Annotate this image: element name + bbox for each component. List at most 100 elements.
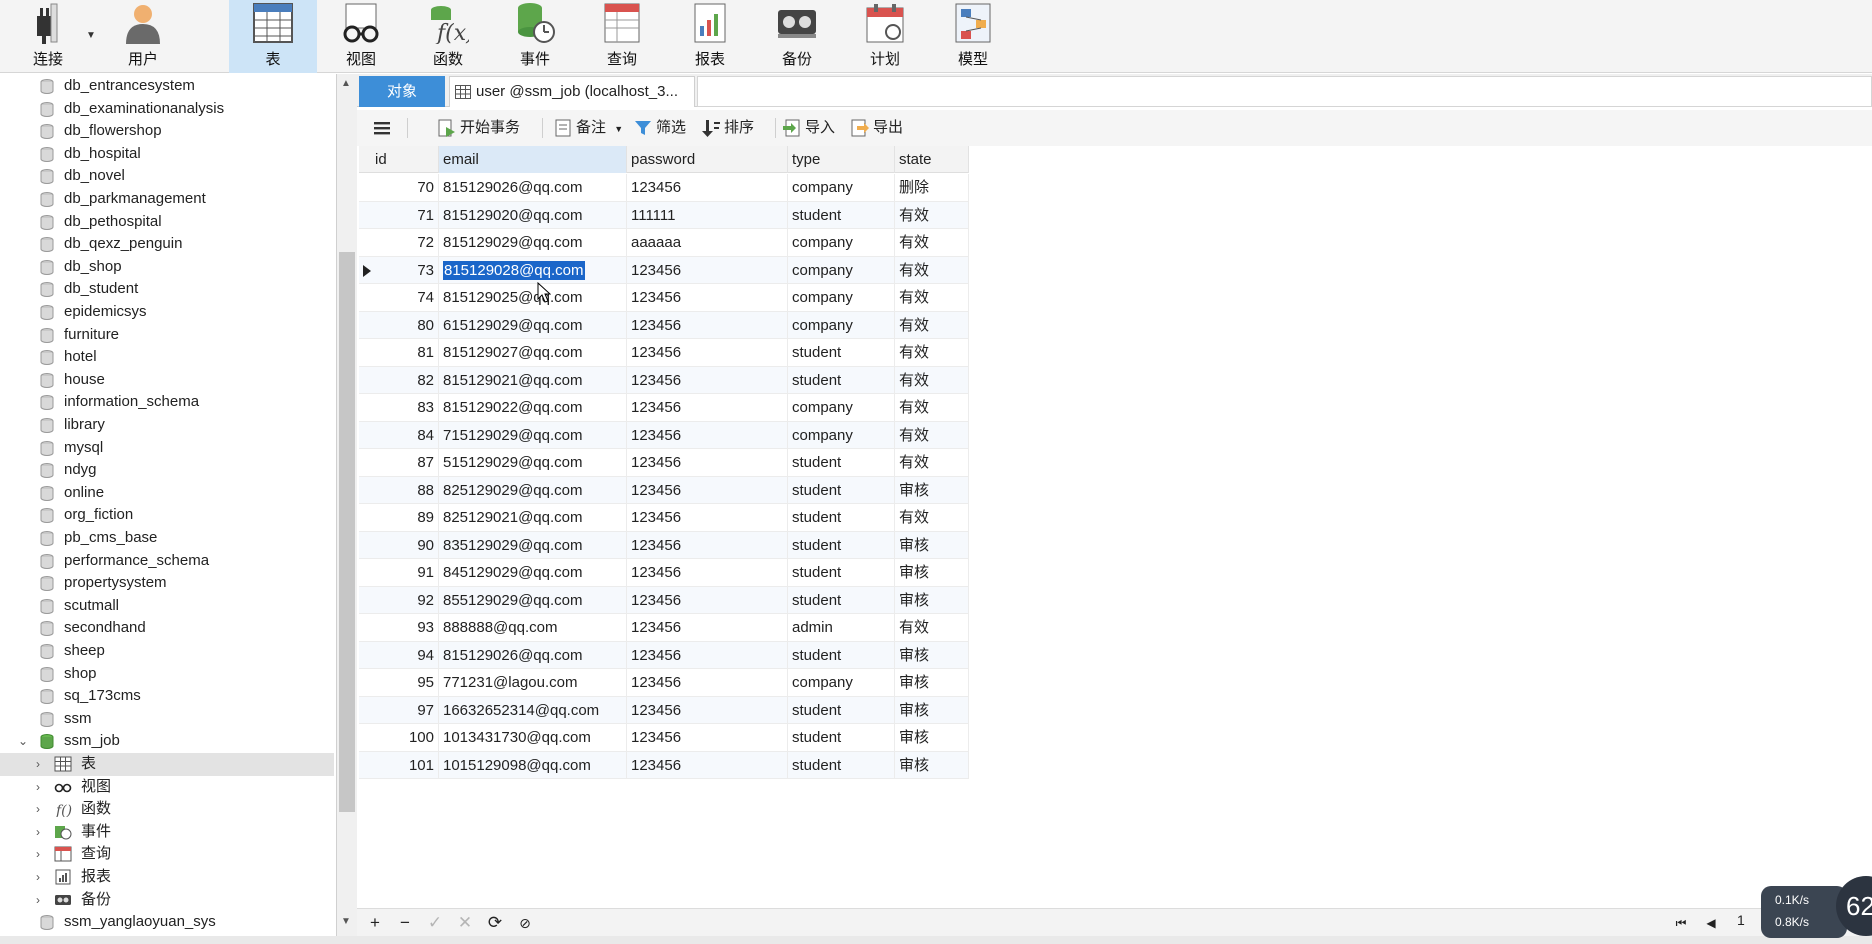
- table-row[interactable]: 82 815129021@qq.com 123456 student 有效: [359, 366, 969, 394]
- tree-item-database[interactable]: ssm_yanglaoyuan_sys: [0, 911, 334, 934]
- cell-email[interactable]: 771231@lagou.com: [439, 669, 627, 697]
- delete-record-button[interactable]: −: [394, 912, 416, 934]
- table-row[interactable]: 74 815129025@qq.com 123456 company 有效: [359, 284, 969, 312]
- cell-email[interactable]: 888888@qq.com: [439, 614, 627, 642]
- cell-password[interactable]: 123456: [627, 421, 788, 449]
- cell-email[interactable]: 825129021@qq.com: [439, 504, 627, 532]
- cell-password[interactable]: 123456: [627, 669, 788, 697]
- column-header-id[interactable]: id: [359, 146, 439, 173]
- tree-item-database[interactable]: shop: [0, 663, 334, 686]
- cell-id[interactable]: 97: [359, 696, 439, 724]
- cell-state[interactable]: 有效: [895, 256, 969, 284]
- table-row[interactable]: 80 615129029@qq.com 123456 company 有效: [359, 311, 969, 339]
- cell-state[interactable]: 有效: [895, 366, 969, 394]
- cell-state[interactable]: 有效: [895, 394, 969, 422]
- cell-email[interactable]: 815129022@qq.com: [439, 394, 627, 422]
- cell-state[interactable]: 有效: [895, 449, 969, 477]
- cell-state[interactable]: 审核: [895, 559, 969, 587]
- column-header-state[interactable]: state: [895, 146, 969, 173]
- table-row[interactable]: 89 825129021@qq.com 123456 student 有效: [359, 504, 969, 532]
- cell-type[interactable]: student: [788, 504, 895, 532]
- filter-button[interactable]: 筛选: [633, 116, 686, 140]
- tree-item-database[interactable]: performance_schema: [0, 550, 334, 573]
- cell-state[interactable]: 有效: [895, 421, 969, 449]
- table-row[interactable]: 95 771231@lagou.com 123456 company 审核: [359, 669, 969, 697]
- cell-password[interactable]: 111111: [627, 201, 788, 229]
- tree-item-database[interactable]: db_qexz_penguin: [0, 233, 334, 256]
- chevron-right-icon[interactable]: ›: [36, 753, 40, 776]
- column-header-password[interactable]: password: [627, 146, 788, 173]
- column-header-email[interactable]: email: [439, 146, 627, 173]
- cell-state[interactable]: 审核: [895, 669, 969, 697]
- tree-item-database[interactable]: db_parkmanagement: [0, 188, 334, 211]
- cell-type[interactable]: company: [788, 256, 895, 284]
- tree-item-table[interactable]: › 表: [0, 753, 334, 776]
- cell-email[interactable]: 715129029@qq.com: [439, 421, 627, 449]
- cell-state[interactable]: 删除: [895, 174, 969, 202]
- cell-id[interactable]: 83: [359, 394, 439, 422]
- cell-state[interactable]: 审核: [895, 476, 969, 504]
- toolbar-query-button[interactable]: 查询: [579, 0, 665, 73]
- table-row[interactable]: 97 16632652314@qq.com 123456 student 审核: [359, 696, 969, 724]
- tree-item-database[interactable]: ndyg: [0, 459, 334, 482]
- cell-type[interactable]: company: [788, 311, 895, 339]
- cell-type[interactable]: student: [788, 696, 895, 724]
- menu-button[interactable]: [372, 116, 395, 140]
- cell-state[interactable]: 审核: [895, 586, 969, 614]
- tree-item-database[interactable]: pb_cms_base: [0, 527, 334, 550]
- cell-email[interactable]: 835129029@qq.com: [439, 531, 627, 559]
- cell-id[interactable]: 74: [359, 284, 439, 312]
- cell-type[interactable]: company: [788, 284, 895, 312]
- cell-password[interactable]: aaaaaa: [627, 229, 788, 257]
- cell-email[interactable]: 815129029@qq.com: [439, 229, 627, 257]
- page-number[interactable]: 1: [1737, 912, 1745, 928]
- toolbar-schedule-button[interactable]: 计划: [842, 0, 928, 73]
- tree-item-database[interactable]: db_entrancesystem: [0, 75, 334, 98]
- cell-state[interactable]: 有效: [895, 201, 969, 229]
- cell-type[interactable]: student: [788, 531, 895, 559]
- cell-password[interactable]: 123456: [627, 559, 788, 587]
- tree-item-database[interactable]: org_fiction: [0, 504, 334, 527]
- export-button[interactable]: 导出: [850, 116, 903, 140]
- chevron-down-icon[interactable]: ▼: [341, 916, 351, 927]
- tree-item-database[interactable]: online: [0, 482, 334, 505]
- cell-email[interactable]: 815129026@qq.com: [439, 641, 627, 669]
- table-row[interactable]: 88 825129029@qq.com 123456 student 审核: [359, 476, 969, 504]
- discard-changes-button[interactable]: ✕: [454, 912, 476, 934]
- cell-id[interactable]: 71: [359, 201, 439, 229]
- cell-state[interactable]: 审核: [895, 531, 969, 559]
- cell-state[interactable]: 审核: [895, 696, 969, 724]
- cell-type[interactable]: student: [788, 641, 895, 669]
- tree-item-query[interactable]: › 查询: [0, 843, 334, 866]
- first-page-button[interactable]: ⏮: [1670, 912, 1692, 934]
- table-row[interactable]: 91 845129029@qq.com 123456 student 审核: [359, 559, 969, 587]
- tree-item-database[interactable]: hotel: [0, 346, 334, 369]
- cell-type[interactable]: admin: [788, 614, 895, 642]
- apply-changes-button[interactable]: ✓: [424, 912, 446, 934]
- cell-id[interactable]: 73: [359, 256, 439, 284]
- cell-type[interactable]: student: [788, 339, 895, 367]
- chevron-right-icon[interactable]: ›: [36, 843, 40, 866]
- table-row[interactable]: 87 515129029@qq.com 123456 student 有效: [359, 449, 969, 477]
- cell-id[interactable]: 81: [359, 339, 439, 367]
- toolbar-backup-button[interactable]: 备份: [754, 0, 840, 73]
- chevron-down-icon[interactable]: ⌄: [18, 730, 28, 753]
- cell-id[interactable]: 90: [359, 531, 439, 559]
- cell-type[interactable]: student: [788, 476, 895, 504]
- chevron-right-icon[interactable]: ›: [36, 776, 40, 799]
- tab-objects[interactable]: 对象: [359, 76, 445, 107]
- table-row[interactable]: 83 815129022@qq.com 123456 company 有效: [359, 394, 969, 422]
- cell-password[interactable]: 123456: [627, 339, 788, 367]
- cell-state[interactable]: 有效: [895, 284, 969, 312]
- tree-item-database[interactable]: scutmall: [0, 595, 334, 618]
- tree-item-database-open[interactable]: ⌄ ssm_job: [0, 730, 334, 753]
- chevron-down-icon[interactable]: ▼: [86, 30, 96, 41]
- cell-state[interactable]: 有效: [895, 311, 969, 339]
- begin-transaction-button[interactable]: 开始事务: [437, 116, 520, 140]
- tree-item-database[interactable]: library: [0, 414, 334, 437]
- table-row[interactable]: 93 888888@qq.com 123456 admin 有效: [359, 614, 969, 642]
- cell-type[interactable]: company: [788, 421, 895, 449]
- tab-user-table[interactable]: user @ssm_job (localhost_3...: [449, 76, 695, 107]
- cell-password[interactable]: 123456: [627, 531, 788, 559]
- cell-state[interactable]: 审核: [895, 751, 969, 779]
